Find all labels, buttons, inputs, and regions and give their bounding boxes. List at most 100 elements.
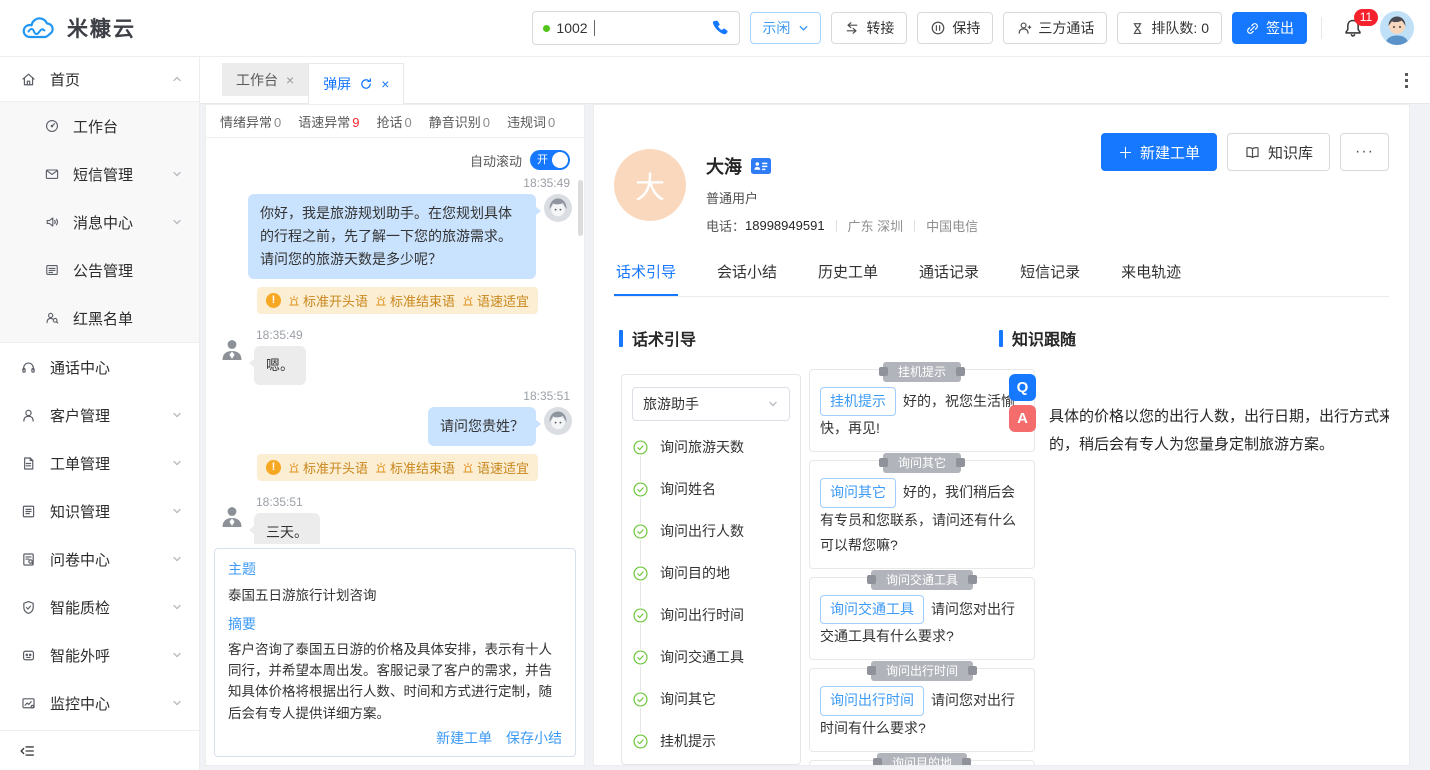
close-icon[interactable]: × <box>286 72 294 88</box>
assistant-select-value: 旅游助手 <box>643 394 699 414</box>
new-ticket-button[interactable]: ＋ 新建工单 <box>1101 133 1217 171</box>
script-card: 询问其它 询问其它好的，我们稍后会有专员和您联系，请问还有什么可以帮您嘛? <box>809 460 1035 569</box>
scrollbar-thumb[interactable] <box>578 180 583 236</box>
assistant-select[interactable]: 旅游助手 <box>632 387 790 421</box>
sidebar-item-workbench[interactable]: 工作台 <box>0 102 199 150</box>
dial-number-input[interactable]: 1002 <box>532 11 740 45</box>
compliance-tags: ! 标准开头语 标准结束语 语速适宜 <box>257 454 538 481</box>
stat-interrupt: 抢话0 <box>377 112 412 131</box>
transcript-scroll-area[interactable]: 自动滚动 开 18:35:49 你好，我是旅游规划助手。在您规划具体的行程之前，… <box>206 138 584 544</box>
chevron-down-icon <box>767 398 779 410</box>
refresh-icon[interactable] <box>359 77 373 91</box>
sidebar-item-sms[interactable]: 短信管理 <box>0 150 199 198</box>
chevron-down-icon <box>798 23 809 34</box>
phone-icon[interactable] <box>709 18 729 38</box>
doc-search-icon <box>20 551 37 568</box>
script-guide-title: 话术引导 <box>619 326 696 350</box>
sidebar-item-announcements[interactable]: 公告管理 <box>0 246 199 294</box>
home-icon <box>20 71 37 88</box>
speaker-icon <box>44 214 60 230</box>
sidebar-item-survey-center[interactable]: 问卷中心 <box>0 535 199 583</box>
script-step[interactable]: 询问其它 <box>632 678 790 720</box>
tab-history-tickets[interactable]: 历史工单 <box>816 251 880 296</box>
script-step[interactable]: 询问旅游天数 <box>632 426 790 468</box>
toggle-state-label: 开 <box>537 154 548 166</box>
knowledge-base-button[interactable]: 知识库 <box>1227 133 1330 171</box>
header-divider <box>1321 17 1322 39</box>
extension-number: 1002 <box>556 20 587 36</box>
sidebar-item-red-black-list[interactable]: 红黑名单 <box>0 294 199 342</box>
script-cards-column: 挂机提示 挂机提示好的，祝您生活愉快，再见! 询问其它 询问其它好的，我们稍后会… <box>809 369 1035 765</box>
sidebar-item-label: 短信管理 <box>73 164 133 185</box>
tab-workbench[interactable]: 工作台 × <box>222 63 308 96</box>
knowledge-answer-icon[interactable]: A <box>1009 405 1036 432</box>
three-way-call-button[interactable]: 三方通话 <box>1003 12 1107 44</box>
knowledge-base-label: 知识库 <box>1268 142 1313 163</box>
message-bubble: 你好，我是旅游规划助手。在您规划具体的行程之前，先了解一下您的旅游需求。请问您的… <box>248 194 536 279</box>
sidebar-item-knowledge-mgmt[interactable]: 知识管理 <box>0 487 199 535</box>
sidebar-item-monitor-center[interactable]: 监控中心 <box>0 679 199 727</box>
headset-icon <box>20 359 37 376</box>
unlink-icon <box>1245 21 1260 36</box>
close-icon[interactable]: × <box>381 76 389 92</box>
script-chip[interactable]: 挂机提示 <box>820 387 896 416</box>
transfer-button[interactable]: 转接 <box>831 12 907 44</box>
sidebar-item-message-center[interactable]: 消息中心 <box>0 198 199 246</box>
new-ticket-link[interactable]: 新建工单 <box>436 730 492 746</box>
script-chip[interactable]: 询问交通工具 <box>820 595 924 624</box>
autoscroll-label: 自动滚动 <box>470 151 522 170</box>
agent-status-select[interactable]: 示闲 <box>750 12 821 44</box>
chevron-down-icon <box>171 216 183 228</box>
knowledge-answer-text: 具体的价格以您的出行人数，出行日期，出行方式来的，稍后会有专人为您量身定制旅游方… <box>1049 403 1389 459</box>
sidebar-item-outbound-ai[interactable]: 智能外呼 <box>0 631 199 679</box>
script-chip[interactable]: 询问出行时间 <box>820 686 924 715</box>
chevron-down-icon <box>171 457 183 469</box>
abstract-label: 摘要 <box>228 614 562 634</box>
knowledge-question-icon[interactable]: Q <box>1009 374 1036 401</box>
script-step[interactable]: 询问姓名 <box>632 468 790 510</box>
script-step[interactable]: 挂机提示 <box>632 720 790 762</box>
stat-silence: 静音识别0 <box>429 112 490 131</box>
sidebar-item-call-center[interactable]: 通话中心 <box>0 343 199 391</box>
sidebar-item-quality-check[interactable]: 智能质检 <box>0 583 199 631</box>
tab-call-trace[interactable]: 来电轨迹 <box>1119 251 1183 296</box>
customer-type: 普通用户 <box>706 188 978 207</box>
warning-icon: ! <box>266 293 281 308</box>
chevron-down-icon <box>171 409 183 421</box>
queue-count-button[interactable]: 排队数: 0 <box>1117 12 1222 44</box>
tab-sms-records[interactable]: 短信记录 <box>1018 251 1082 296</box>
message-bubble: 三天。 <box>254 513 320 543</box>
compliance-tag: 标准开头语 <box>288 291 368 310</box>
sidebar-item-label: 红黑名单 <box>73 308 133 329</box>
tab-call-records[interactable]: 通话记录 <box>917 251 981 296</box>
notifications-button[interactable]: 11 <box>1342 17 1364 39</box>
sidebar-item-customer-mgmt[interactable]: 客户管理 <box>0 391 199 439</box>
script-step[interactable]: 询问出行时间 <box>632 594 790 636</box>
id-card-icon[interactable] <box>751 158 771 174</box>
sign-out-button[interactable]: 签出 <box>1232 12 1307 44</box>
sidebar-collapse-button[interactable] <box>0 730 199 770</box>
chat-message-customer: 18:35:51 三天。 <box>218 491 572 543</box>
script-step[interactable]: 询问目的地 <box>632 552 790 594</box>
person-icon <box>1016 20 1032 36</box>
save-summary-link[interactable]: 保存小结 <box>506 730 562 746</box>
script-step[interactable]: 询问出行人数 <box>632 510 790 552</box>
monitor-chart-icon <box>20 695 37 712</box>
script-step[interactable]: 询问交通工具 <box>632 636 790 678</box>
user-avatar[interactable] <box>1380 11 1414 45</box>
autoscroll-toggle[interactable]: 开 <box>530 150 570 170</box>
new-ticket-label: 新建工单 <box>1140 142 1200 163</box>
sidebar-item-ticket-mgmt[interactable]: 工单管理 <box>0 439 199 487</box>
tab-popup-screen[interactable]: 弹屏 × <box>308 63 404 104</box>
hourglass-icon <box>1130 21 1145 36</box>
tabbar-more-menu[interactable] <box>1401 69 1412 92</box>
script-chip[interactable]: 询问其它 <box>820 478 896 507</box>
sidebar-item-label: 工作台 <box>73 116 118 137</box>
more-actions-button[interactable]: ··· <box>1340 133 1389 171</box>
customer-name: 大海 <box>706 153 742 179</box>
tab-script-guide[interactable]: 话术引导 <box>614 251 678 296</box>
hold-button[interactable]: 保持 <box>917 12 993 44</box>
tab-session-summary[interactable]: 会话小结 <box>715 251 779 296</box>
pause-circle-icon <box>930 20 946 36</box>
sidebar-item-home[interactable]: 首页 <box>0 57 199 101</box>
